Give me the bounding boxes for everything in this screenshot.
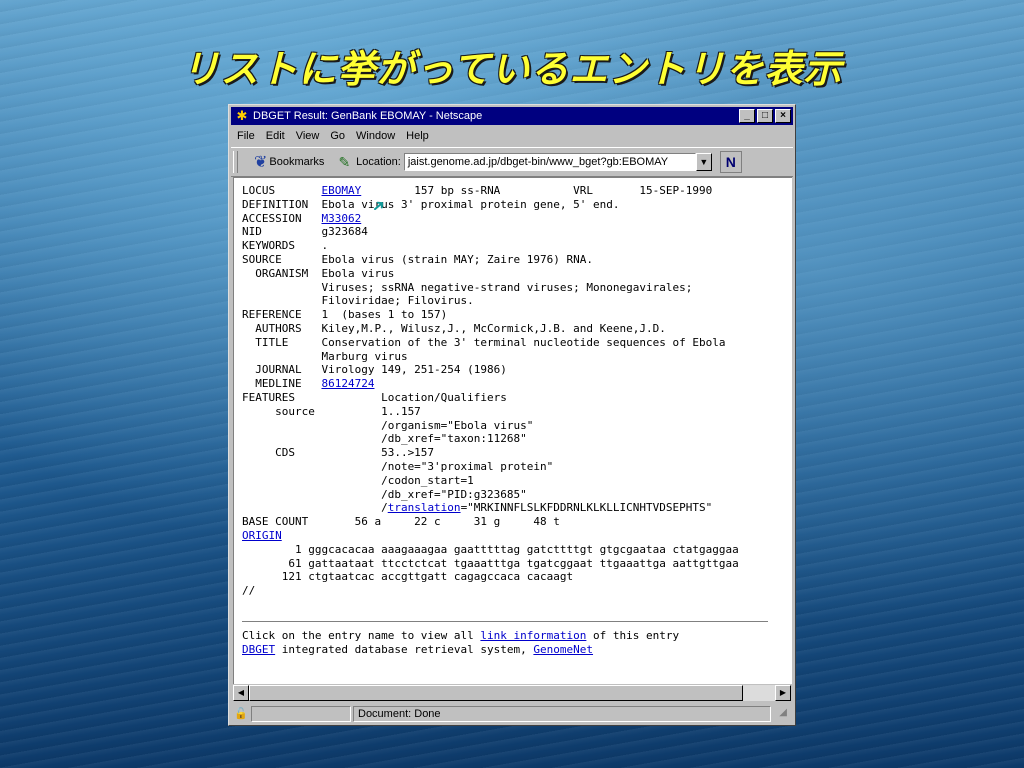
genbank-record: LOCUS EBOMAY 157 bp ss-RNA VRL 15-SEP-19… bbox=[242, 184, 739, 598]
security-lock-icon[interactable]: 🔓 bbox=[231, 706, 251, 722]
window-title: DBGET Result: GenBank EBOMAY - Netscape bbox=[253, 110, 483, 122]
scroll-track[interactable] bbox=[743, 685, 775, 701]
location-label: Location: bbox=[356, 156, 401, 168]
scroll-left-button[interactable]: ◀ bbox=[233, 685, 249, 701]
menu-bar: File Edit View Go Window Help bbox=[233, 127, 791, 145]
locus-link[interactable]: EBOMAY bbox=[321, 184, 361, 197]
location-toolbar: ❦ Bookmarks ✎ Location: jaist.genome.ad.… bbox=[231, 147, 793, 177]
page-footer: Click on the entry name to view all link… bbox=[242, 629, 680, 656]
slide-title: リストに挙がっているエントリを表示 bbox=[181, 47, 843, 91]
minimize-button[interactable]: _ bbox=[739, 109, 755, 123]
bookmarks-icon[interactable]: ❦ bbox=[254, 152, 267, 172]
close-button[interactable]: × bbox=[775, 109, 791, 123]
title-bar[interactable]: ✱ DBGET Result: GenBank EBOMAY - Netscap… bbox=[231, 107, 793, 125]
translation-link[interactable]: translation bbox=[388, 501, 461, 514]
dbget-link[interactable]: DBGET bbox=[242, 643, 275, 656]
menu-view[interactable]: View bbox=[296, 130, 320, 142]
netscape-logo[interactable]: N bbox=[719, 151, 742, 173]
link-information-link[interactable]: link information bbox=[480, 629, 586, 642]
menu-go[interactable]: Go bbox=[330, 130, 345, 142]
page-content: LOCUS EBOMAY 157 bp ss-RNA VRL 15-SEP-19… bbox=[233, 177, 792, 684]
status-progress-cell bbox=[251, 706, 351, 722]
page-proxy-icon[interactable]: ✎ bbox=[338, 154, 350, 171]
menu-help[interactable]: Help bbox=[406, 130, 429, 142]
toolbar-grip[interactable] bbox=[233, 151, 238, 173]
origin-link[interactable]: ORIGIN bbox=[242, 529, 282, 542]
horizontal-rule bbox=[242, 621, 768, 623]
browser-window: ✱ DBGET Result: GenBank EBOMAY - Netscap… bbox=[228, 104, 796, 726]
status-text: Document: Done bbox=[353, 706, 771, 722]
status-bar: 🔓 Document: Done ◢ bbox=[231, 705, 793, 723]
horizontal-scrollbar[interactable]: ◀ ▶ bbox=[233, 685, 791, 701]
bookmarks-button[interactable]: Bookmarks bbox=[269, 156, 324, 168]
genomenet-link[interactable]: GenomeNet bbox=[533, 643, 593, 656]
netscape-app-icon: ✱ bbox=[236, 108, 248, 123]
location-dropdown-button[interactable]: ▼ bbox=[695, 153, 712, 171]
menu-file[interactable]: File bbox=[237, 130, 255, 142]
menu-window[interactable]: Window bbox=[356, 130, 395, 142]
accession-link[interactable]: M33062 bbox=[321, 212, 361, 225]
location-input[interactable]: jaist.genome.ad.jp/dbget-bin/www_bget?gb… bbox=[403, 153, 696, 171]
scroll-right-button[interactable]: ▶ bbox=[775, 685, 791, 701]
medline-link[interactable]: 86124724 bbox=[321, 377, 374, 390]
maximize-button[interactable]: □ bbox=[757, 109, 773, 123]
menu-edit[interactable]: Edit bbox=[266, 130, 285, 142]
scroll-thumb[interactable] bbox=[249, 685, 743, 701]
resize-grip-icon[interactable]: ◢ bbox=[773, 707, 787, 721]
